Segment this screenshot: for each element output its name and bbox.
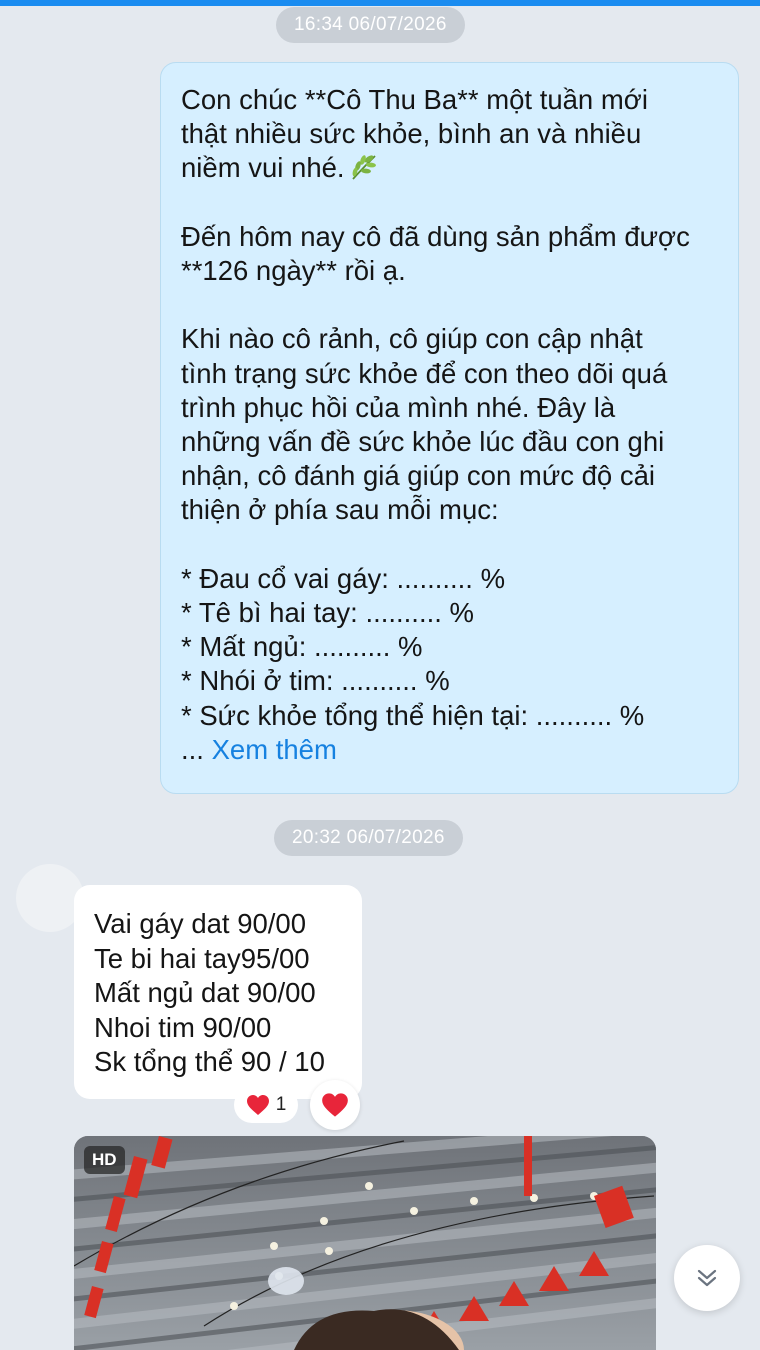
message-line: niềm vui nhé. <box>181 151 718 185</box>
message-line: nhận, cô đánh giá giúp con mức độ cải <box>181 460 655 492</box>
message-line: tình trạng sức khỏe để con theo dõi quá <box>181 357 668 389</box>
double-chevron-down-icon <box>697 1269 717 1287</box>
message-line: * Mất ngủ: .......... % <box>181 631 423 663</box>
message-line: những vấn đề sức khỏe lúc đầu con ghi <box>181 426 665 457</box>
ellipsis: ... <box>181 733 204 765</box>
message-line: Nhoi tim 90/00 <box>94 1011 272 1043</box>
message-line: thật nhiều sức khỏe, bình an và nhiều <box>181 118 642 150</box>
message-line: Mất ngủ dat 90/00 <box>94 977 316 1008</box>
message-line: thiện ở phía sau mỗi mục: <box>181 494 499 526</box>
timestamp-divider: 20:32 06/07/2026 <box>274 820 463 856</box>
reaction-count-label: 1 <box>275 1094 287 1115</box>
photo-image <box>74 1136 656 1350</box>
message-line: Khi nào cô rảnh, cô giúp con cập nhật <box>181 323 643 355</box>
message-line: trình phục hồi của mình nhé. Đây là <box>181 391 616 423</box>
scroll-to-bottom-button[interactable] <box>674 1245 740 1311</box>
message-line: Con chúc **Cô Thu Ba** một tuần mới <box>181 84 648 115</box>
message-line: * Nhói ở tim: .......... % <box>181 665 450 697</box>
message-line: Đến hôm nay cô đã dùng sản phẩm được <box>181 220 690 252</box>
see-more-link[interactable]: Xem thêm <box>212 734 337 765</box>
react-button[interactable] <box>310 1080 360 1130</box>
message-line: Sk tổng thể 90 / 10 <box>94 1046 325 1077</box>
message-line: * Tê bì hai tay: .......... % <box>181 597 474 628</box>
heart-icon <box>246 1095 269 1115</box>
message-line: Vai gáy dat 90/00 <box>94 908 307 939</box>
sent-message-bubble[interactable]: Con chúc **Cô Thu Ba** một tuần mới thật… <box>160 62 739 794</box>
reaction-summary[interactable]: 1 <box>234 1087 298 1123</box>
leaf-icon <box>351 155 376 181</box>
message-line: **126 ngày** rồi ạ. <box>181 255 406 286</box>
message-line: Te bi hai tay95/00 <box>94 942 310 974</box>
chat-screen: 16:34 06/07/2026 Con chúc **Cô Thu Ba** … <box>0 0 760 1350</box>
received-message-bubble[interactable]: Vai gáy dat 90/00 Te bi hai tay95/00 Mất… <box>74 885 362 1099</box>
timestamp-divider: 16:34 06/07/2026 <box>276 7 465 43</box>
see-more-line: ... Xem thêm <box>181 733 718 767</box>
progress-bar <box>0 0 760 6</box>
hd-badge: HD <box>84 1146 125 1174</box>
message-line: * Sức khỏe tổng thể hiện tại: ..........… <box>181 699 645 731</box>
heart-icon <box>322 1093 348 1117</box>
photo-message[interactable] <box>74 1136 656 1350</box>
message-line: * Đau cổ vai gáy: .......... % <box>181 562 506 594</box>
